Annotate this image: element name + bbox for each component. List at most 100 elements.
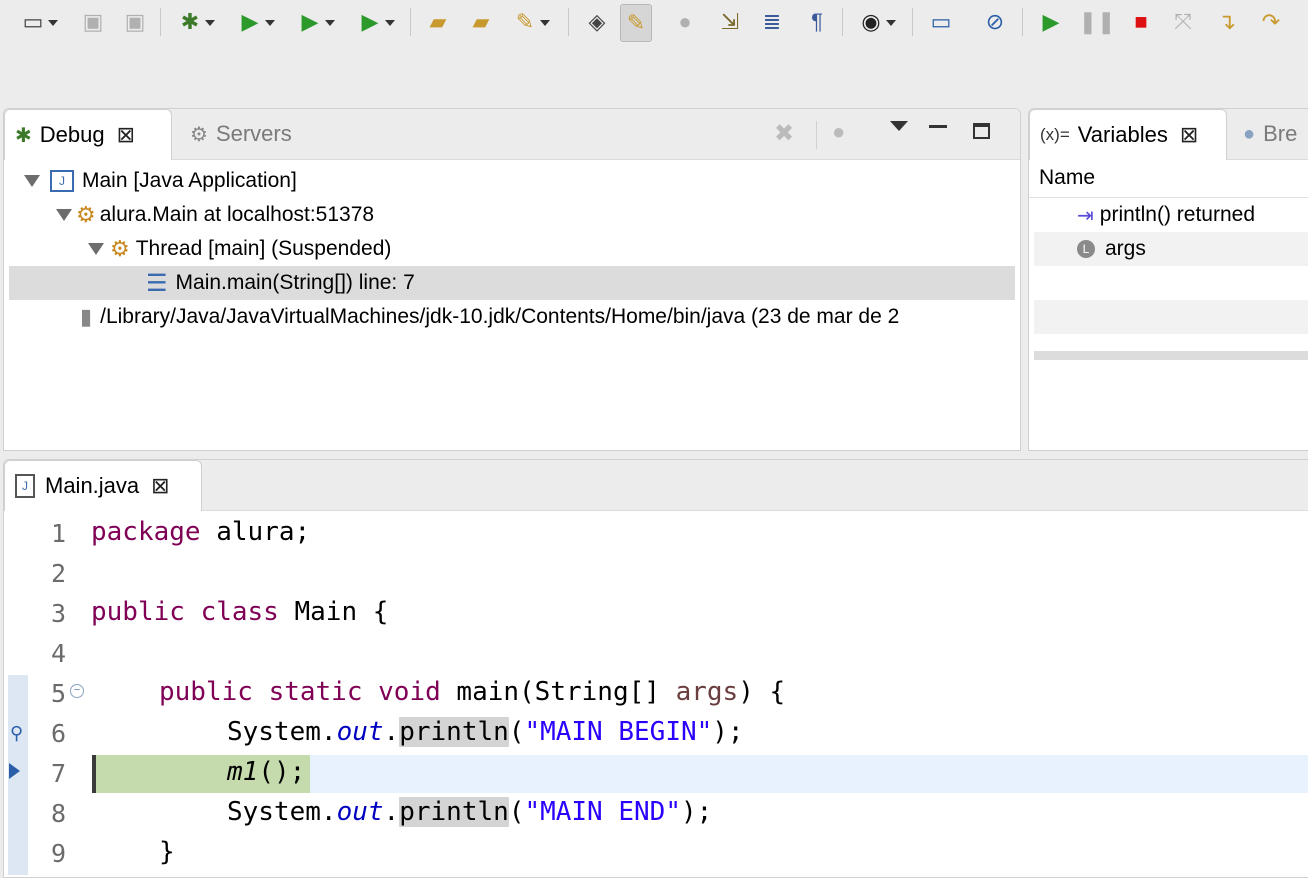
return-value-icon: ⇥ — [1077, 204, 1094, 227]
tab-servers-label: Servers — [215, 121, 292, 146]
code-line-9[interactable]: } — [159, 837, 175, 867]
disconnect-icon[interactable]: ⤧ — [1168, 4, 1198, 40]
code-line-6[interactable]: System.out.println("MAIN BEGIN"); — [227, 717, 744, 747]
variable-row[interactable]: ⇥ println() returned — [1077, 198, 1255, 232]
debug-tree: J Main [Java Application] ⚙ alura.Main a… — [4, 163, 1020, 448]
tab-debug-label: Debug — [39, 122, 105, 147]
mark-occurrences-icon[interactable]: ✎ — [620, 4, 652, 42]
save-all-icon[interactable]: ▣ — [120, 4, 150, 40]
main-toolbar: ▭ ▣ ▣ ✱ ▶ ▶ ▶ ▰ ▰ ✎ ◈ ✎ ● ⇲ ≣ ¶ ◉ ▭ ⊘ ▶ … — [0, 0, 1308, 105]
expand-triangle-icon[interactable] — [24, 175, 40, 187]
editor-area: J Main.java ⊠ ⚲ − 1 2 3 4 5 6 7 8 9 pack… — [3, 459, 1308, 878]
debug-tabbar: ✱ Debug ⊠ ⚙ Servers ✖ ● — [4, 109, 1020, 160]
tab-breakpoints[interactable]: ● Bre — [1233, 109, 1307, 159]
new-icon[interactable]: ▭ — [18, 4, 58, 40]
skip-breakpoints-icon[interactable]: ⊘ — [980, 4, 1010, 40]
step-over-icon[interactable]: ↷ — [1256, 4, 1286, 40]
tree-item-stackframe[interactable]: ☰ Main.main(String[]) line: 7 — [146, 266, 415, 300]
tree-item-label: alura.Main at localhost:51378 — [99, 203, 375, 226]
tab-debug[interactable]: ✱ Debug ⊠ — [4, 109, 172, 160]
close-icon[interactable]: ⊠ — [117, 122, 135, 148]
code-line-3[interactable]: public class Main { — [91, 597, 388, 627]
variables-tabbar: (x)= Variables ⊠ ● Bre — [1029, 109, 1308, 160]
close-icon[interactable]: ⊠ — [151, 473, 169, 499]
debug-bug-icon[interactable]: ✱ — [175, 4, 215, 40]
line-number: 6 — [50, 719, 66, 748]
editor-tabbar: J Main.java ⊠ — [4, 460, 1308, 511]
user-account-icon[interactable]: ◉ — [856, 4, 896, 40]
tab-main-java-label: Main.java — [45, 473, 140, 498]
run-external-tools-icon[interactable]: ▶ — [355, 4, 395, 40]
process-icon: ▮ — [80, 304, 93, 329]
tab-variables-label: Variables — [1077, 122, 1168, 147]
line-number: 4 — [50, 639, 66, 668]
tab-variables[interactable]: (x)= Variables ⊠ — [1029, 109, 1227, 160]
close-icon[interactable]: ⊠ — [1180, 122, 1198, 148]
line-number: 2 — [50, 559, 66, 588]
fold-collapse-icon[interactable]: − — [70, 684, 84, 698]
code-line-7[interactable]: m1(); — [227, 757, 305, 787]
step-into-icon[interactable]: ↴ — [1212, 4, 1242, 40]
servers-icon: ⚙ — [190, 123, 208, 146]
line-number: 3 — [50, 599, 66, 628]
open-folder-icon[interactable]: ▰ — [423, 4, 453, 40]
tree-item-thread[interactable]: ⚙ Thread [main] (Suspended) — [88, 232, 391, 266]
block-selection-icon[interactable]: ● — [670, 4, 700, 40]
resume-icon[interactable]: ▶ — [1036, 4, 1066, 40]
line-number: 7 — [50, 759, 66, 788]
variables-sash[interactable] — [1034, 351, 1308, 360]
tab-main-java[interactable]: J Main.java ⊠ — [4, 460, 202, 511]
variable-name: args — [1105, 237, 1146, 260]
line-number: 5 — [50, 679, 66, 708]
tree-item-process[interactable]: ▮ /Library/Java/JavaVirtualMachines/jdk-… — [80, 300, 899, 334]
bug-icon: ✱ — [15, 124, 32, 147]
code-editor[interactable]: ⚲ − 1 2 3 4 5 6 7 8 9 package alura; pub… — [4, 511, 1308, 877]
tree-item-label: Main [Java Application] — [82, 169, 297, 192]
tree-item-label: Thread [main] (Suspended) — [135, 237, 392, 260]
tab-breakpoints-label: Bre — [1263, 121, 1298, 146]
variable-row[interactable]: L args — [1077, 232, 1146, 266]
remove-terminated-icon[interactable]: ✖ — [774, 119, 794, 148]
expand-triangle-icon[interactable] — [88, 243, 104, 255]
code-line-8[interactable]: System.out.println("MAIN END"); — [227, 797, 712, 827]
paragraph-icon[interactable]: ¶ — [802, 4, 832, 40]
tree-item-launch[interactable]: J Main [Java Application] — [24, 164, 297, 198]
java-file-icon: J — [15, 474, 35, 498]
tab-servers[interactable]: ⚙ Servers — [180, 109, 302, 159]
debug-view: ✱ Debug ⊠ ⚙ Servers ✖ ● J Main [Java App… — [3, 108, 1021, 451]
suspend-icon[interactable]: ❚❚ — [1079, 4, 1116, 40]
debug-target-icon: ⚙ — [76, 202, 96, 227]
breakpoints-icon: ● — [1243, 122, 1256, 145]
minimize-icon[interactable] — [929, 125, 947, 128]
open-type-icon[interactable]: ◈ — [582, 4, 612, 40]
open-task-icon[interactable]: ▰ — [466, 4, 496, 40]
maximize-icon[interactable] — [973, 123, 990, 139]
line-number: 8 — [50, 799, 66, 828]
show-whitespace-icon[interactable]: ≣ — [757, 4, 787, 40]
stack-frame-icon: ☰ — [146, 269, 168, 297]
terminate-icon[interactable]: ■ — [1126, 4, 1156, 40]
tree-item-label: /Library/Java/JavaVirtualMachines/jdk-10… — [100, 305, 900, 328]
thread-suspended-icon: ⚙ — [110, 236, 130, 261]
java-app-icon: J — [50, 170, 74, 192]
save-icon[interactable]: ▣ — [78, 4, 108, 40]
view-menu-icon[interactable] — [890, 121, 908, 131]
code-line-1[interactable]: package alura; — [91, 517, 310, 547]
variables-tab-icon: (x)= — [1040, 125, 1070, 144]
coverage-icon[interactable]: ▶ — [295, 4, 335, 40]
line-number: 1 — [50, 519, 66, 548]
variables-view: (x)= Variables ⊠ ● Bre Name ⇥ println() … — [1028, 108, 1308, 451]
search-torch-icon[interactable]: ✎ — [510, 4, 550, 40]
local-variable-icon: L — [1077, 240, 1095, 258]
tree-item-vm[interactable]: ⚙ alura.Main at localhost:51378 — [56, 198, 374, 232]
tree-item-label: Main.main(String[]) line: 7 — [175, 271, 415, 294]
run-icon[interactable]: ▶ — [235, 4, 275, 40]
expand-triangle-icon[interactable] — [56, 209, 72, 221]
variable-name: println() returned — [1099, 203, 1255, 226]
stack-icon[interactable]: ● — [832, 119, 845, 145]
code-line-5[interactable]: public static void main(String[] args) { — [159, 677, 785, 707]
column-header-name[interactable]: Name — [1039, 166, 1095, 190]
next-annotation-icon[interactable]: ⇲ — [715, 4, 745, 40]
line-number: 9 — [50, 839, 66, 868]
screen-icon[interactable]: ▭ — [926, 4, 956, 40]
